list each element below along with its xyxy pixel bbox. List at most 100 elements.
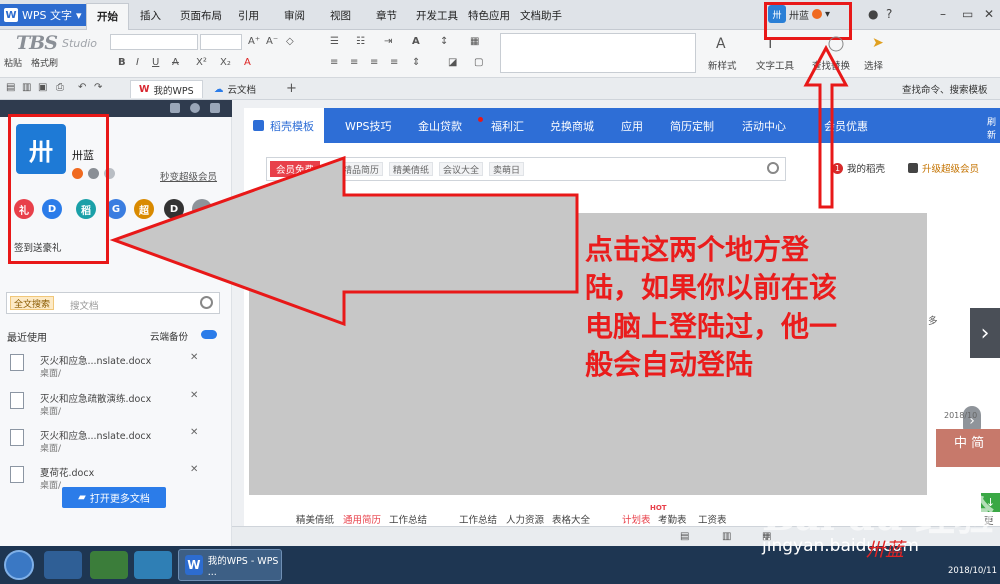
browser-icon[interactable]	[134, 551, 172, 579]
style-gallery[interactable]	[500, 33, 696, 73]
new-style-button[interactable]: 新样式	[708, 58, 737, 72]
tag-chip[interactable]: 卖萌日	[489, 162, 525, 176]
lock-icon[interactable]	[170, 103, 180, 113]
more-apps-icon[interactable]	[192, 199, 212, 219]
find-command-input[interactable]: 查找命令、搜索模板	[902, 82, 988, 96]
text-tools-button[interactable]: 文字工具	[756, 58, 794, 72]
search-icon[interactable]	[200, 296, 213, 309]
minimize-button[interactable]: –	[940, 7, 946, 21]
category-link[interactable]: 工作总结	[389, 512, 427, 526]
nav-exchange[interactable]: 兑换商城	[550, 118, 594, 134]
tag-chip[interactable]: 会议大全	[439, 162, 484, 176]
media-player-icon[interactable]	[90, 551, 128, 579]
upgrade-super-vip-link[interactable]: 升级超级会员	[908, 161, 979, 175]
search-input[interactable]: 搜文档	[70, 298, 99, 312]
tab-insert[interactable]: 插入	[140, 8, 161, 23]
category-link[interactable]: 精美倩纸	[296, 512, 334, 526]
nav-apps[interactable]: 应用	[621, 118, 643, 134]
strikethrough-button[interactable]: A	[172, 57, 179, 68]
list-item[interactable]: 灭火和应急...nslate.docx 桌面/ ✕	[8, 427, 218, 463]
signin-button[interactable]: 签到	[152, 237, 212, 253]
category-link[interactable]: 考勤表	[658, 512, 687, 526]
g-app-icon[interactable]: G	[106, 199, 126, 219]
border-icon[interactable]: ▢	[474, 57, 483, 68]
open-icon[interactable]: ▥	[22, 82, 31, 93]
paste-button[interactable]: 粘贴	[4, 56, 22, 69]
subscript-button[interactable]: X₂	[220, 57, 231, 68]
undo-icon[interactable]: ↶	[78, 82, 86, 93]
list-item[interactable]: 灭火和应急...nslate.docx 桌面/ ✕	[8, 352, 218, 388]
redo-icon[interactable]: ↷	[94, 82, 102, 93]
grid-icon[interactable]	[210, 103, 220, 113]
d-app-icon[interactable]: D	[164, 199, 184, 219]
tab-references[interactable]: 引用	[238, 8, 259, 23]
view-icon[interactable]: ▥	[722, 531, 731, 542]
category-link[interactable]: 通用简历	[343, 512, 381, 526]
tab-my-wps[interactable]: W 我的WPS	[130, 80, 203, 98]
category-link[interactable]: 工资表	[698, 512, 727, 526]
super-vip-app-icon[interactable]: 超	[134, 199, 154, 219]
shading-icon[interactable]: ◪	[448, 57, 457, 68]
font-size-select[interactable]	[200, 34, 242, 50]
font-name-select[interactable]	[110, 34, 198, 50]
close-icon[interactable]: ✕	[190, 464, 198, 475]
open-more-docs-button[interactable]: ▰ 打开更多文档	[62, 487, 166, 508]
start-button[interactable]	[4, 550, 34, 580]
save-icon[interactable]: ▣	[38, 82, 47, 93]
cloud-backup-toggle[interactable]	[201, 330, 217, 339]
ie-icon[interactable]	[44, 551, 82, 579]
tab-home[interactable]: 开始	[86, 3, 129, 30]
superscript-button[interactable]: X²	[196, 57, 207, 68]
justify-icon[interactable]: ≡	[390, 57, 398, 68]
indent-icon[interactable]: ⇥	[384, 36, 392, 47]
line-spacing-icon[interactable]: ⇕	[412, 57, 420, 68]
help-button[interactable]: ?	[886, 7, 892, 21]
format-painter-button[interactable]: 格式刷	[31, 56, 58, 69]
my-docer-link[interactable]: 1 我的稻壳	[832, 161, 885, 175]
tab-review[interactable]: 审阅	[284, 8, 305, 23]
close-icon[interactable]: ✕	[190, 427, 198, 438]
nav-vip-offers[interactable]: 会员优惠	[824, 118, 868, 134]
category-link[interactable]: 计划表	[622, 512, 651, 526]
tab-doc-assistant[interactable]: 文档助手	[520, 8, 562, 23]
nav-docer-template[interactable]: 稻壳模板	[244, 108, 324, 143]
template-search[interactable]: 会员免费 精品简历 精美倩纸 会议大全 卖萌日	[266, 157, 786, 181]
close-icon[interactable]: ✕	[190, 352, 198, 363]
tab-section[interactable]: 章节	[376, 8, 397, 23]
tab-special[interactable]: 特色应用	[468, 8, 510, 23]
tab-page-layout[interactable]: 页面布局	[180, 8, 222, 23]
italic-button[interactable]: I	[136, 57, 139, 68]
category-link[interactable]: 表格大全	[552, 512, 590, 526]
find-replace-button[interactable]: 查找替换	[812, 58, 850, 72]
search-icon[interactable]	[767, 162, 779, 174]
document-search[interactable]: 全文搜索 搜文档	[6, 292, 220, 314]
refresh-button[interactable]: 刷新	[987, 115, 1000, 141]
list-item[interactable]: 灭火和应急疏散演练.docx 桌面/ ✕	[8, 390, 218, 426]
taskbar-wps-button[interactable]: W 我的WPS - WPS ...	[178, 549, 282, 581]
category-link[interactable]: 人力资源	[506, 512, 544, 526]
nav-wps-tips[interactable]: WPS技巧	[345, 118, 392, 134]
nav-resume[interactable]: 简历定制	[670, 118, 714, 134]
numbered-list-icon[interactable]: ☷	[356, 36, 365, 47]
nav-activity[interactable]: 活动中心	[742, 118, 786, 134]
align-left-icon[interactable]: ≡	[330, 57, 338, 68]
bold-button[interactable]: B	[118, 57, 126, 68]
banner-thumbnail[interactable]: 中 简	[936, 429, 1000, 467]
text-direction-icon[interactable]: A	[412, 36, 420, 47]
app-menu-button[interactable]: W WPS 文字 ▾	[0, 4, 90, 26]
search-scope-select[interactable]: 全文搜索	[10, 296, 55, 310]
close-icon[interactable]: ✕	[190, 390, 198, 401]
font-color-button[interactable]: A	[244, 57, 251, 68]
table-grid-icon[interactable]: ▦	[470, 36, 479, 47]
shrink-font-button[interactable]: A⁻	[266, 36, 278, 47]
bullet-list-icon[interactable]: ☰	[330, 36, 339, 47]
grow-font-button[interactable]: A⁺	[248, 36, 260, 47]
close-button[interactable]: ✕	[984, 7, 994, 21]
category-link[interactable]: 工作总结	[459, 512, 497, 526]
tab-cloud-doc[interactable]: ☁ 云文档	[206, 80, 264, 98]
tab-developer[interactable]: 开发工具	[416, 8, 458, 23]
align-center-icon[interactable]: ≡	[350, 57, 358, 68]
tag-chip[interactable]: 精品简历	[339, 162, 384, 176]
vip-free-tag[interactable]: 会员免费	[270, 161, 321, 177]
next-page-button[interactable]: ›	[970, 308, 1000, 358]
